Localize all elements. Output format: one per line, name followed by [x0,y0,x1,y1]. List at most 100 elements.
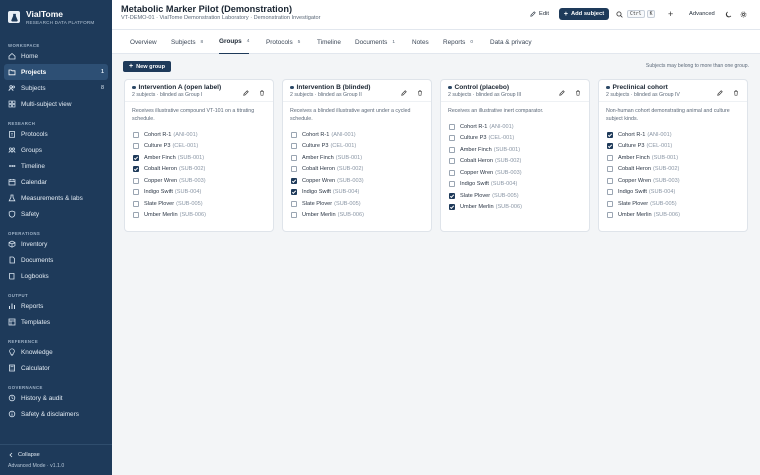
member-checkbox[interactable] [607,166,613,173]
sidebar-item-protocols[interactable]: Protocols [4,126,108,142]
member-checkbox[interactable] [291,154,297,161]
tab-protocols[interactable]: Protocols 5 [266,30,300,54]
quick-add-button[interactable]: + [668,8,673,20]
member-row[interactable]: Cobalt Heron (SUB-002) [133,164,266,176]
edit-button[interactable]: Edit [530,8,549,20]
edit-group-button[interactable] [399,89,409,97]
member-row[interactable]: Cohort R-1 (ANI-001) [607,129,740,141]
member-row[interactable]: Culture P3 (CEL-001) [291,141,424,153]
member-row[interactable]: Slate Plover (SUB-005) [133,198,266,210]
tab-timeline[interactable]: Timeline [317,30,341,54]
member-checkbox[interactable] [291,200,297,207]
sidebar-item-measurements-labs[interactable]: Measurements & labs [4,190,108,206]
member-row[interactable]: Indigo Swift (SUB-004) [607,187,740,199]
member-row[interactable]: Copper Wren (SUB-003) [449,167,582,179]
member-checkbox[interactable] [449,123,455,130]
sidebar-item-subjects[interactable]: Subjects 8 [4,80,108,96]
sidebar-item-documents[interactable]: Documents [4,252,108,268]
member-row[interactable]: Cobalt Heron (SUB-002) [291,164,424,176]
sidebar-item-history-audit[interactable]: History & audit [4,390,108,406]
member-checkbox[interactable] [607,212,613,219]
member-checkbox[interactable] [607,131,613,138]
tab-groups[interactable]: Groups 4 [219,30,250,54]
advanced-mode-toggle[interactable]: Advanced [689,8,715,20]
member-row[interactable]: Indigo Swift (SUB-004) [449,179,582,191]
member-checkbox[interactable] [449,181,455,188]
member-checkbox[interactable] [133,143,139,150]
sidebar-item-home[interactable]: Home [4,48,108,64]
member-row[interactable]: Umber Merlin (SUB-006) [133,210,266,222]
sidebar-item-groups[interactable]: Groups [4,142,108,158]
member-row[interactable]: Amber Finch (SUB-001) [607,152,740,164]
add-subject-button[interactable]: + Add subject [559,8,609,20]
member-row[interactable]: Slate Plover (SUB-005) [607,198,740,210]
member-checkbox[interactable] [133,200,139,207]
member-checkbox[interactable] [449,192,455,199]
member-row[interactable]: Slate Plover (SUB-005) [449,190,582,202]
tab-subjects[interactable]: Subjects 8 [171,30,203,54]
member-row[interactable]: Cobalt Heron (SUB-002) [449,156,582,168]
member-row[interactable]: Umber Merlin (SUB-006) [449,202,582,214]
sidebar-item-inventory[interactable]: Inventory [4,236,108,252]
member-row[interactable]: Culture P3 (CEL-001) [607,141,740,153]
edit-group-button[interactable] [715,89,725,97]
member-checkbox[interactable] [449,135,455,142]
member-checkbox[interactable] [291,189,297,196]
sidebar-item-templates[interactable]: Templates [4,314,108,330]
member-row[interactable]: Slate Plover (SUB-005) [291,198,424,210]
member-row[interactable]: Culture P3 (CEL-001) [133,141,266,153]
sidebar-item-multi-subject-view[interactable]: Multi-subject view [4,96,108,112]
member-checkbox[interactable] [607,177,613,184]
delete-group-button[interactable] [573,89,583,97]
sidebar-item-reports[interactable]: Reports [4,298,108,314]
edit-group-button[interactable] [557,89,567,97]
member-row[interactable]: Umber Merlin (SUB-006) [291,210,424,222]
member-checkbox[interactable] [133,189,139,196]
member-checkbox[interactable] [291,131,297,138]
member-row[interactable]: Copper Wren (SUB-003) [291,175,424,187]
member-row[interactable]: Cohort R-1 (ANI-001) [449,121,582,133]
tab-overview[interactable]: Overview [130,30,157,54]
collapse-button[interactable]: Collapse [8,449,104,461]
sidebar-item-knowledge[interactable]: Knowledge [4,344,108,360]
delete-group-button[interactable] [415,89,425,97]
tab-data-privacy[interactable]: Data & privacy [490,30,532,54]
tab-documents[interactable]: Documents 1 [355,30,395,54]
member-row[interactable]: Culture P3 (CEL-001) [449,133,582,145]
member-row[interactable]: Cohort R-1 (ANI-001) [291,129,424,141]
member-row[interactable]: Umber Merlin (SUB-006) [607,210,740,222]
theme-toggle-button[interactable] [725,8,732,20]
member-row[interactable]: Cohort R-1 (ANI-001) [133,129,266,141]
member-row[interactable]: Cobalt Heron (SUB-002) [607,164,740,176]
member-checkbox[interactable] [607,143,613,150]
member-row[interactable]: Indigo Swift (SUB-004) [133,187,266,199]
member-checkbox[interactable] [291,166,297,173]
sidebar-item-calculator[interactable]: Calculator [4,360,108,376]
member-checkbox[interactable] [133,166,139,173]
member-checkbox[interactable] [449,169,455,176]
delete-group-button[interactable] [731,89,741,97]
brand[interactable]: VialTome RESEARCH DATA PLATFORM [0,0,112,34]
member-checkbox[interactable] [607,200,613,207]
member-checkbox[interactable] [449,146,455,153]
sidebar-item-timeline[interactable]: Timeline [4,158,108,174]
member-row[interactable]: Amber Finch (SUB-001) [291,152,424,164]
member-checkbox[interactable] [291,143,297,150]
member-checkbox[interactable] [607,154,613,161]
tab-reports[interactable]: Reports 0 [443,30,473,54]
member-row[interactable]: Copper Wren (SUB-003) [607,175,740,187]
tab-notes[interactable]: Notes [412,30,429,54]
member-checkbox[interactable] [449,158,455,165]
member-row[interactable]: Amber Finch (SUB-001) [133,152,266,164]
member-row[interactable]: Copper Wren (SUB-003) [133,175,266,187]
member-row[interactable]: Indigo Swift (SUB-004) [291,187,424,199]
member-checkbox[interactable] [607,189,613,196]
member-checkbox[interactable] [449,204,455,211]
sidebar-item-safety[interactable]: Safety [4,206,108,222]
sidebar-item-calendar[interactable]: Calendar [4,174,108,190]
member-checkbox[interactable] [133,212,139,219]
sidebar-item-logbooks[interactable]: Logbooks [4,268,108,284]
command-search-button[interactable]: Ctrl K [616,8,657,20]
member-checkbox[interactable] [291,212,297,219]
member-checkbox[interactable] [133,131,139,138]
